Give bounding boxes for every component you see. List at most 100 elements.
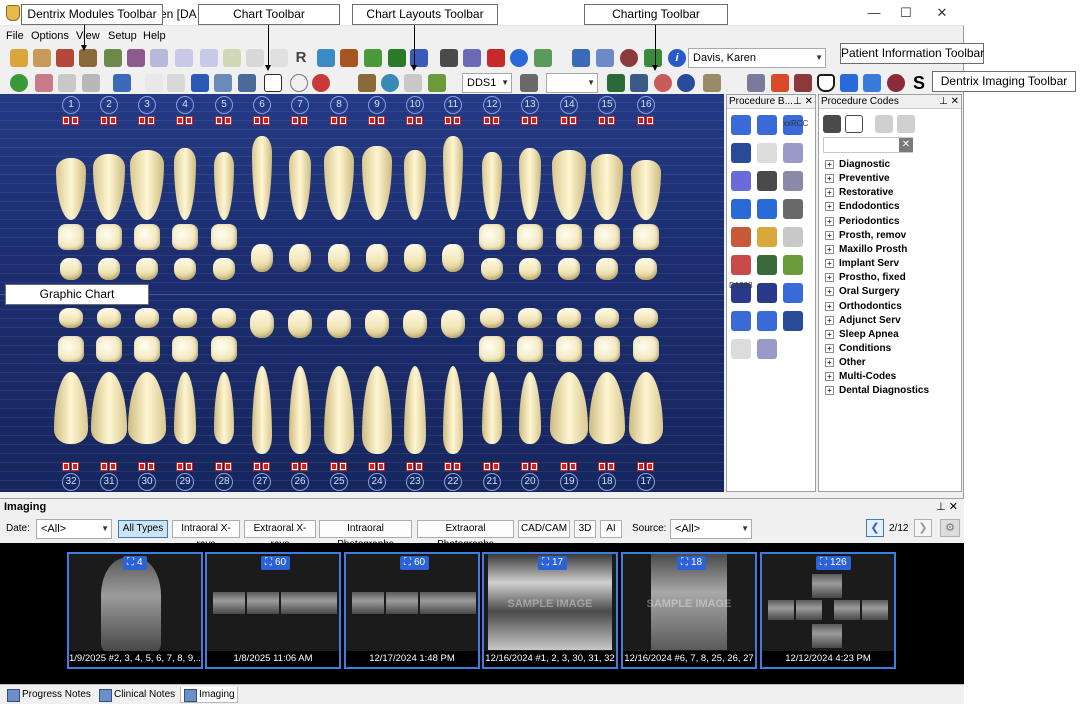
tooth-status-icon[interactable] [176,116,194,125]
payment-icon[interactable] [364,49,382,67]
maximize-button[interactable]: ☐ [888,0,924,26]
procedure-button-icon[interactable] [731,311,751,331]
upper-occlusal-view[interactable] [517,224,543,250]
tooth-status-icon[interactable] [100,462,118,471]
layout-perio-icon[interactable] [290,74,308,92]
upper-occlusal-view[interactable] [594,224,620,250]
tooth-number-4[interactable]: 4 [176,96,194,114]
lower-crown[interactable] [135,308,159,328]
tooth-number-10[interactable]: 10 [406,96,424,114]
upper-crown[interactable] [136,258,158,280]
lower-crown[interactable] [327,310,351,338]
lower-occlusal-view[interactable] [517,336,543,362]
document-center-icon[interactable] [200,49,218,67]
upper-crown[interactable] [558,258,580,280]
imaging-film-icon[interactable] [794,74,812,92]
procedure-button-icon[interactable] [757,115,777,135]
tooth-status-icon[interactable] [560,462,578,471]
lower-crown[interactable] [634,308,658,328]
forms-icon[interactable] [534,49,552,67]
refresh-icon[interactable] [10,74,28,92]
procedure-category[interactable]: + Preventive [825,172,890,186]
existing-icon[interactable] [607,74,625,92]
procedure-button-icon[interactable] [757,311,777,331]
lower-tooth-root[interactable] [589,372,625,444]
lower-crown[interactable] [365,310,389,338]
imaging-chart-icon[interactable] [863,74,881,92]
eraser-filter-icon[interactable] [897,115,915,133]
procedure-button-icon[interactable] [783,227,803,247]
office-journal-icon[interactable] [79,49,97,67]
upper-occlusal-view[interactable] [134,224,160,250]
lower-crown[interactable] [212,308,236,328]
tooth-number-31[interactable]: 31 [100,473,118,491]
procedure-button-icon[interactable] [731,199,751,219]
tooth-status-icon[interactable] [637,462,655,471]
tooth-status-icon[interactable] [637,116,655,125]
date-combo[interactable]: <All> ▼ [36,519,112,539]
tooth-status-icon[interactable] [368,116,386,125]
procedure-button-icon[interactable] [783,311,803,331]
tooth-status-icon[interactable] [138,462,156,471]
imaging-layers-icon[interactable] [747,74,765,92]
lower-tooth-root[interactable] [629,372,663,444]
smile-icon[interactable] [510,49,528,67]
tooth-status-icon[interactable] [138,116,156,125]
upper-tooth-root[interactable] [324,146,354,220]
probe-icon[interactable] [145,74,163,92]
upper-tooth-root[interactable] [362,146,392,220]
expand-plus-icon[interactable]: + [825,329,834,339]
tooth-number-24[interactable]: 24 [368,473,386,491]
procedure-button-icon[interactable] [783,171,803,191]
tooth-status-icon[interactable] [62,462,80,471]
layout-mouth-icon[interactable] [312,74,330,92]
imaging-ai-icon[interactable] [887,74,905,92]
tab-progress-notes[interactable]: Progress Notes [4,687,94,703]
image-thumbnail[interactable]: ⛶ 60 1/8/2025 11:06 AM [205,552,341,669]
referrals-icon[interactable] [270,49,288,67]
expand-plus-icon[interactable]: + [825,358,834,368]
tooth-status-icon[interactable] [368,462,386,471]
filter-intraoral-photographs[interactable]: Intraoral Photographs [319,520,412,550]
expand-plus-icon[interactable]: + [825,160,834,169]
lower-tooth-root[interactable] [128,372,166,444]
upper-occlusal-view[interactable] [172,224,198,250]
patient-photo-icon[interactable] [620,49,638,67]
lower-crown[interactable] [441,310,465,338]
menu-options[interactable]: Options [31,30,69,42]
lower-crown[interactable] [557,308,581,328]
image-thumbnail[interactable]: ⛶ 60 12/17/2024 1:48 PM [344,552,480,669]
procedure-button-icon[interactable] [731,227,751,247]
upper-crown[interactable] [519,258,541,280]
panel-pin-close-icon[interactable]: ⊥ ✕ [793,95,813,109]
upper-occlusal-view[interactable] [96,224,122,250]
procedure-button-icon[interactable] [757,227,777,247]
procedure-category[interactable]: + Prosth, remov [825,229,906,243]
imaging-grid-icon[interactable] [771,74,789,92]
filter-cad-cam[interactable]: CAD/CAM [518,520,570,538]
lower-tooth-root[interactable] [289,366,311,454]
expand-plus-icon[interactable]: + [825,343,834,353]
lower-crown[interactable] [480,308,504,328]
patient-id-icon[interactable] [440,49,458,67]
image-thumbnail[interactable]: SAMPLE IMAGE ⛶ 18 12/16/2024 #6, 7, 8, 25, … [621,552,757,669]
tooth-status-icon[interactable] [483,116,501,125]
panel-pin-close-icon[interactable]: ⊥ ✕ [939,95,959,109]
procedure-category[interactable]: + Restorative [825,186,893,200]
lower-tooth-root[interactable] [91,372,127,444]
upper-crown[interactable] [213,258,235,280]
perio-icon[interactable] [127,49,145,67]
print-chart-icon[interactable] [58,74,76,92]
lower-tooth-root[interactable] [443,366,463,454]
tooth-number-32[interactable]: 32 [62,473,80,491]
tooth-number-16[interactable]: 16 [637,96,655,114]
procedure-category[interactable]: + Dental Diagnostics [825,384,929,398]
monitor-icon[interactable] [113,74,131,92]
procedure-button-icon[interactable] [757,255,777,275]
eraser-icon[interactable] [520,74,538,92]
tooth-filter-icon[interactable] [875,115,893,133]
tooth-status-icon[interactable] [521,116,539,125]
procedure-category[interactable]: + Diagnostic [825,158,890,172]
lower-crown[interactable] [250,310,274,338]
tooth-number-21[interactable]: 21 [483,473,501,491]
